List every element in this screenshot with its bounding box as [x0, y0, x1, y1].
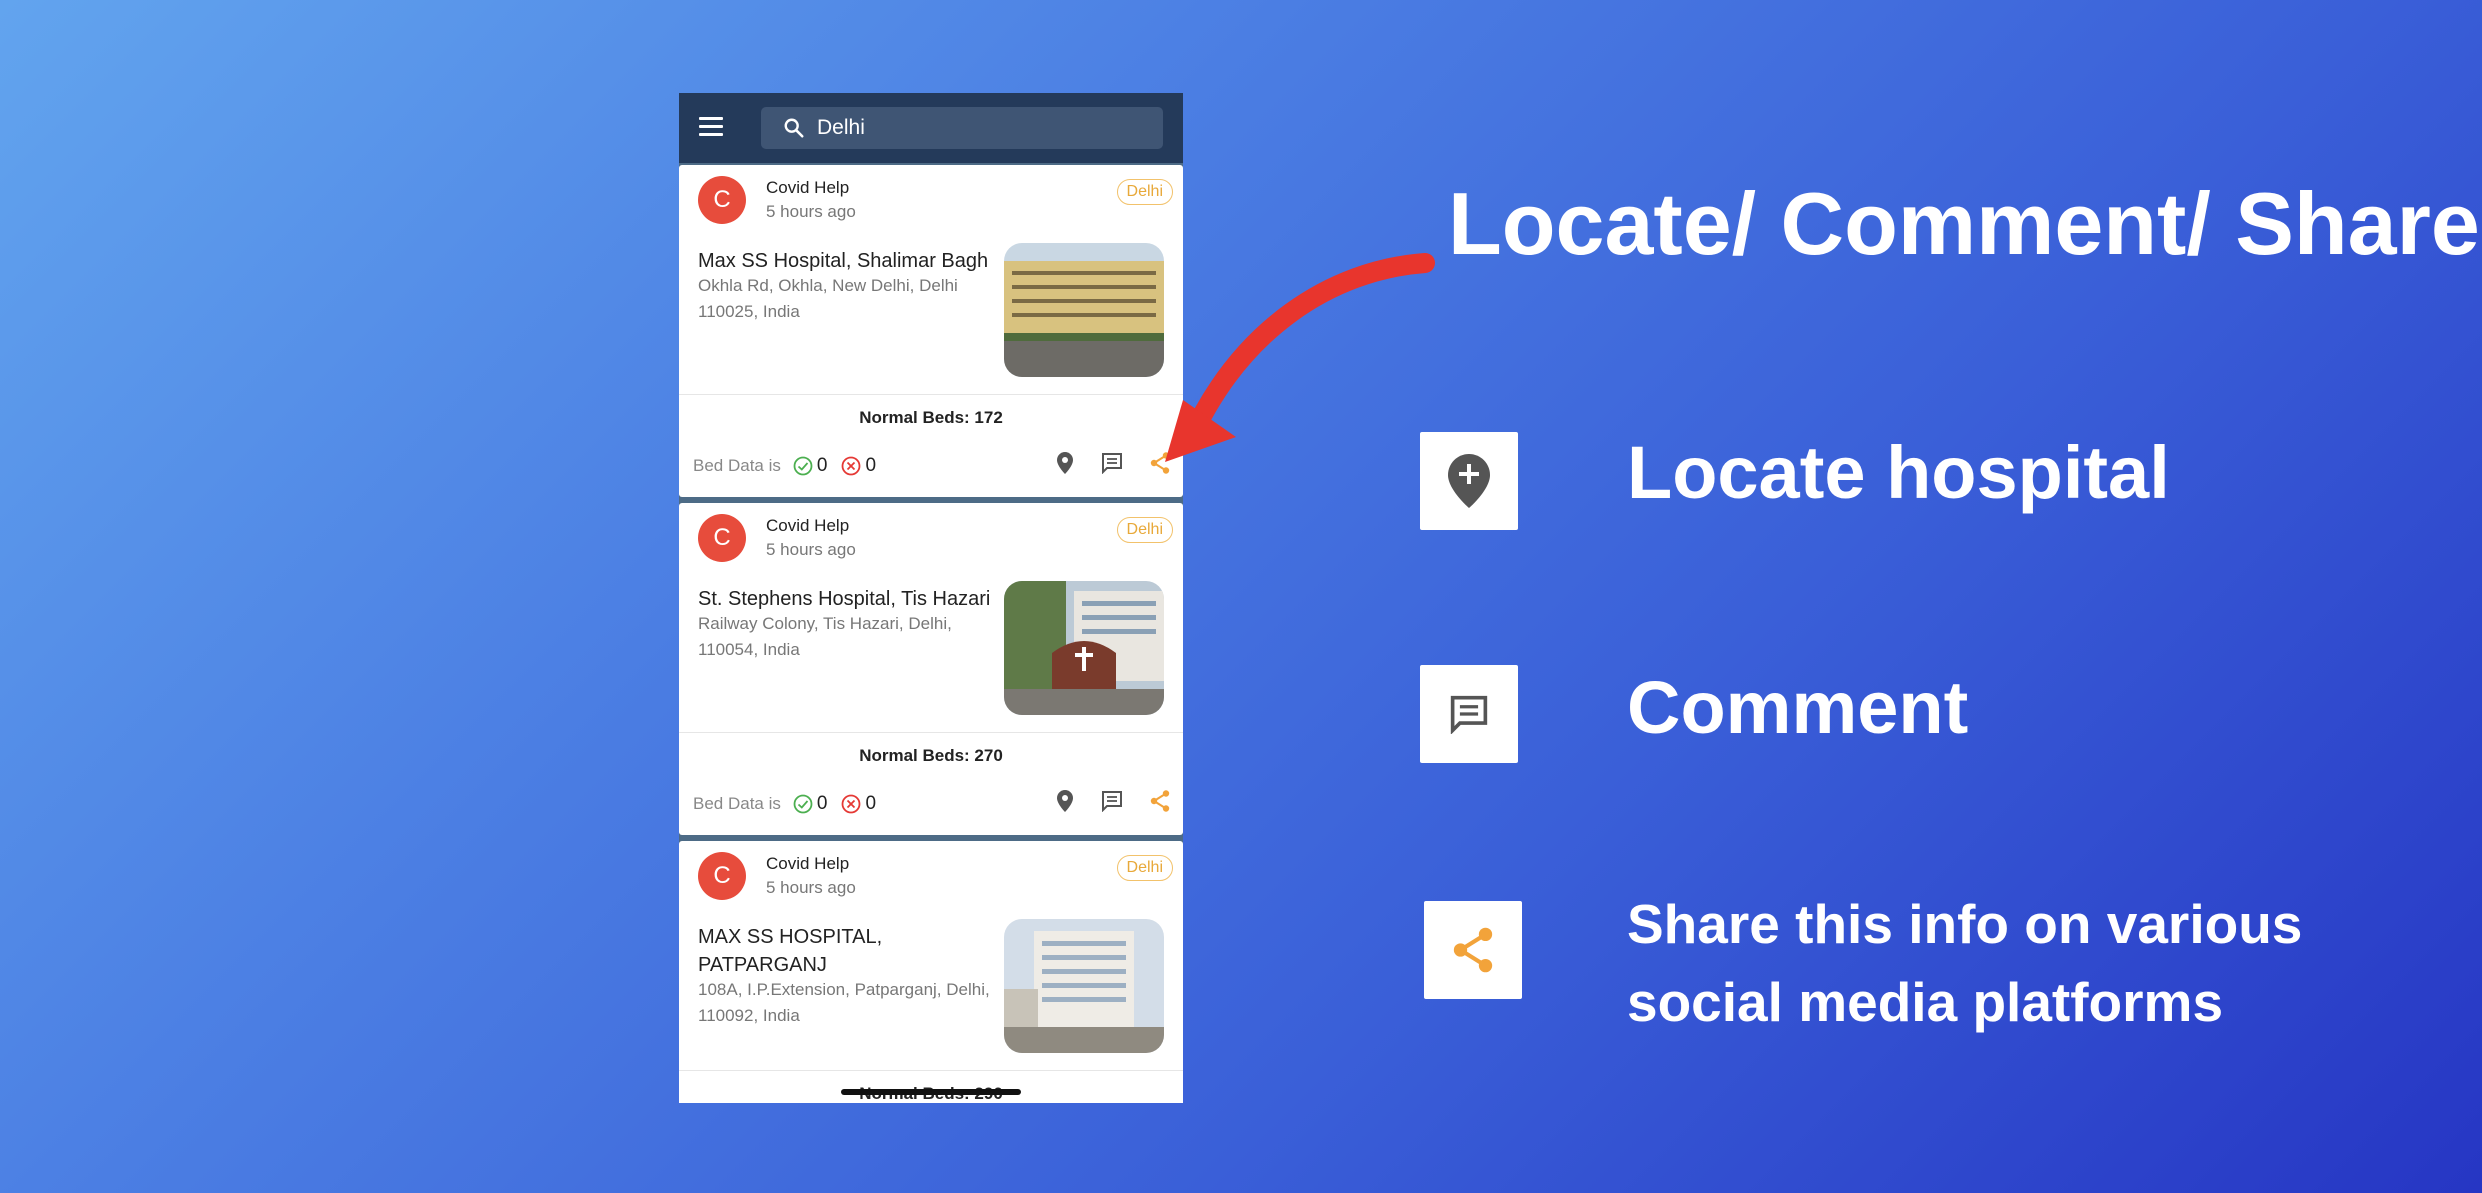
share-feature-label: Share this info on various social media …: [1627, 893, 2303, 1033]
share-icon: [1453, 927, 1493, 973]
share-feature-icon-box: [1424, 901, 1522, 999]
locate-feature-label: Locate hospital: [1627, 431, 2170, 514]
comment-icon: [1450, 695, 1488, 734]
comment-feature-label: Comment: [1627, 666, 1969, 749]
comment-feature-icon-box: [1420, 665, 1518, 763]
headline: Locate/ Comment/ Share: [1448, 174, 2480, 273]
locate-feature-icon-box: [1420, 432, 1518, 530]
add-location-icon: [1448, 454, 1490, 508]
